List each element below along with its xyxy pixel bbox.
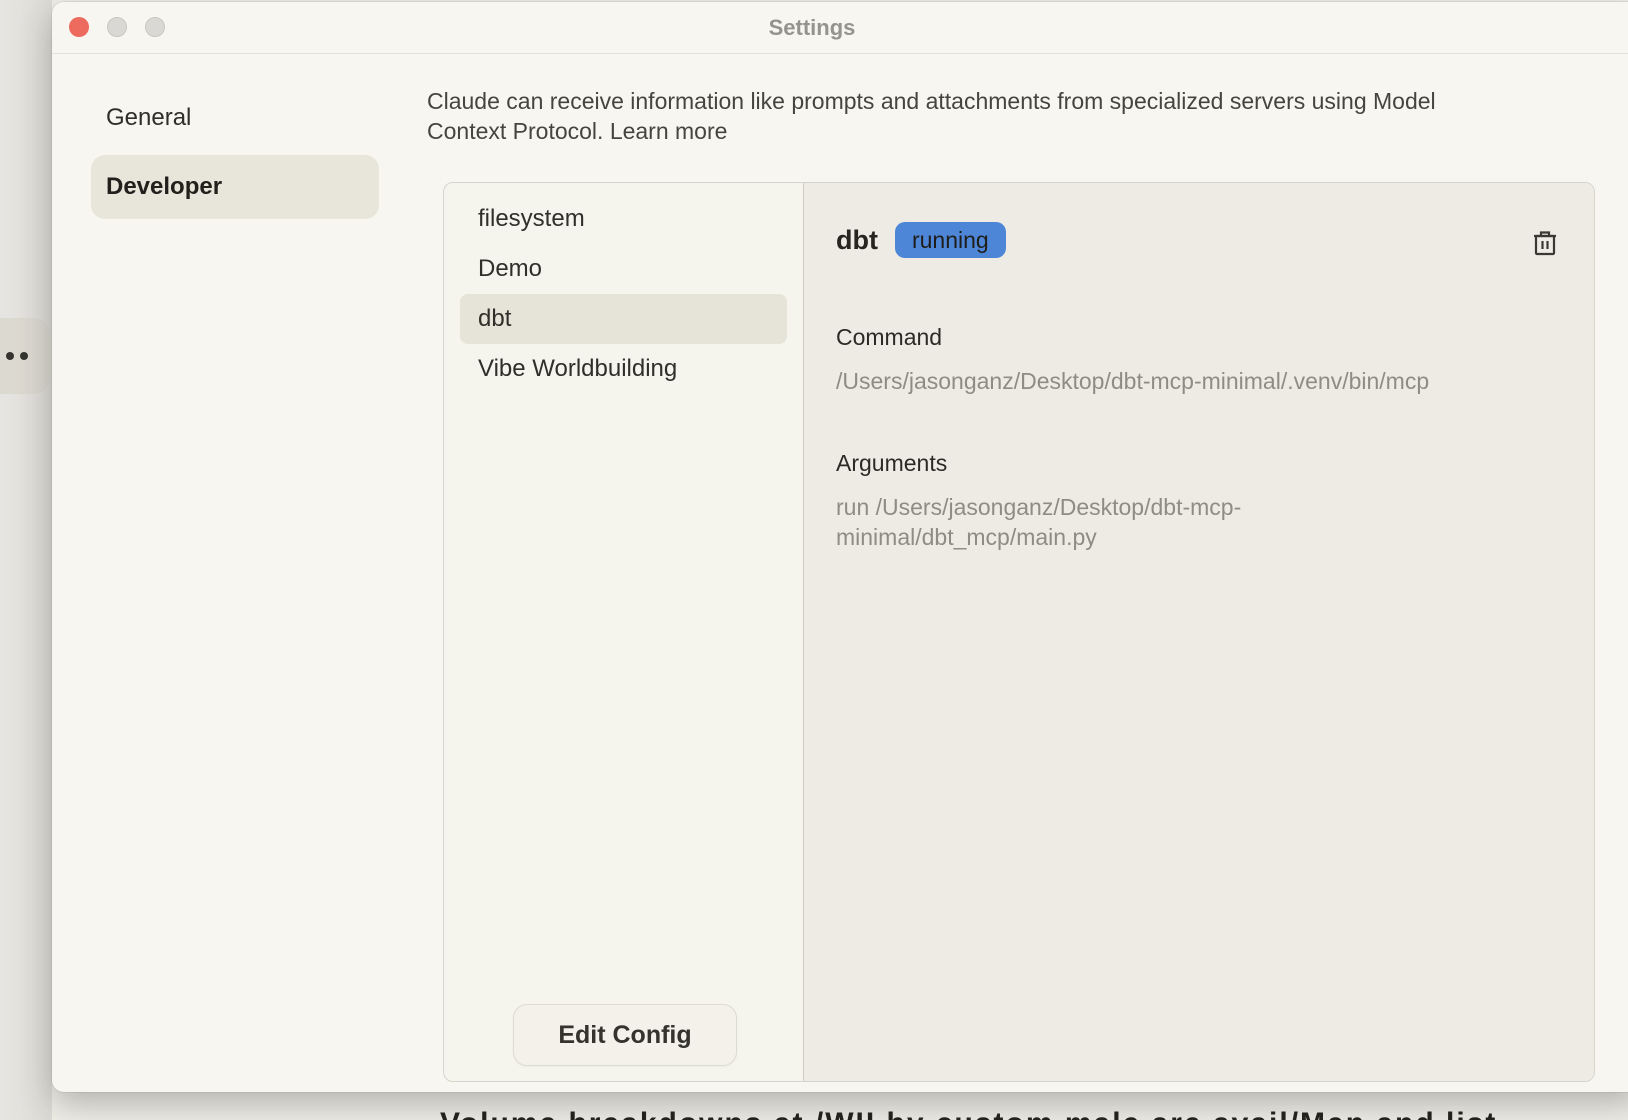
learn-more-link[interactable]: Learn more — [610, 118, 728, 144]
background-dots-chip — [0, 318, 50, 394]
delete-server-button[interactable] — [1532, 229, 1558, 257]
background-window-edge — [0, 0, 52, 1120]
command-value: /Users/jasonganz/Desktop/dbt-mcp-minimal… — [836, 366, 1536, 396]
background-clipped-text: Volume breakdowns at /WII by custom male… — [440, 1104, 1628, 1120]
server-list: filesystem Demo dbt Vibe Worldbuilding E… — [444, 183, 803, 1081]
server-list-item-dbt[interactable]: dbt — [460, 294, 787, 344]
tab-developer[interactable]: Developer — [91, 155, 379, 219]
command-label: Command — [836, 324, 942, 351]
trash-icon — [1532, 229, 1558, 257]
arguments-value: run /Users/jasonganz/Desktop/dbt-mcp-min… — [836, 492, 1306, 552]
titlebar: Settings — [52, 2, 1628, 54]
mcp-description: Claude can receive information like prom… — [427, 86, 1512, 146]
zoom-button[interactable] — [145, 17, 165, 37]
edit-config-button[interactable]: Edit Config — [513, 1004, 737, 1066]
description-text: Claude can receive information like prom… — [427, 88, 1436, 144]
status-badge: running — [895, 222, 1006, 258]
server-detail-panel: dbt running Command /U — [803, 183, 1594, 1081]
mcp-servers-card: filesystem Demo dbt Vibe Worldbuilding E… — [443, 182, 1595, 1082]
window-title: Settings — [712, 2, 912, 54]
arguments-label: Arguments — [836, 450, 947, 477]
server-list-item-filesystem[interactable]: filesystem — [460, 194, 787, 244]
settings-window: Settings General Developer Claude can re… — [52, 2, 1628, 1092]
server-list-item-demo[interactable]: Demo — [460, 244, 787, 294]
detail-header: dbt running — [836, 221, 1006, 259]
dot-icon — [20, 352, 28, 360]
dot-icon — [6, 352, 14, 360]
server-list-item-vibe-worldbuilding[interactable]: Vibe Worldbuilding — [460, 344, 787, 394]
close-button[interactable] — [69, 17, 89, 37]
desktop-screen: Volume breakdowns at /WII by custom male… — [0, 0, 1628, 1120]
minimize-button[interactable] — [107, 17, 127, 37]
server-name: dbt — [836, 225, 878, 256]
tab-general[interactable]: General — [106, 96, 394, 140]
